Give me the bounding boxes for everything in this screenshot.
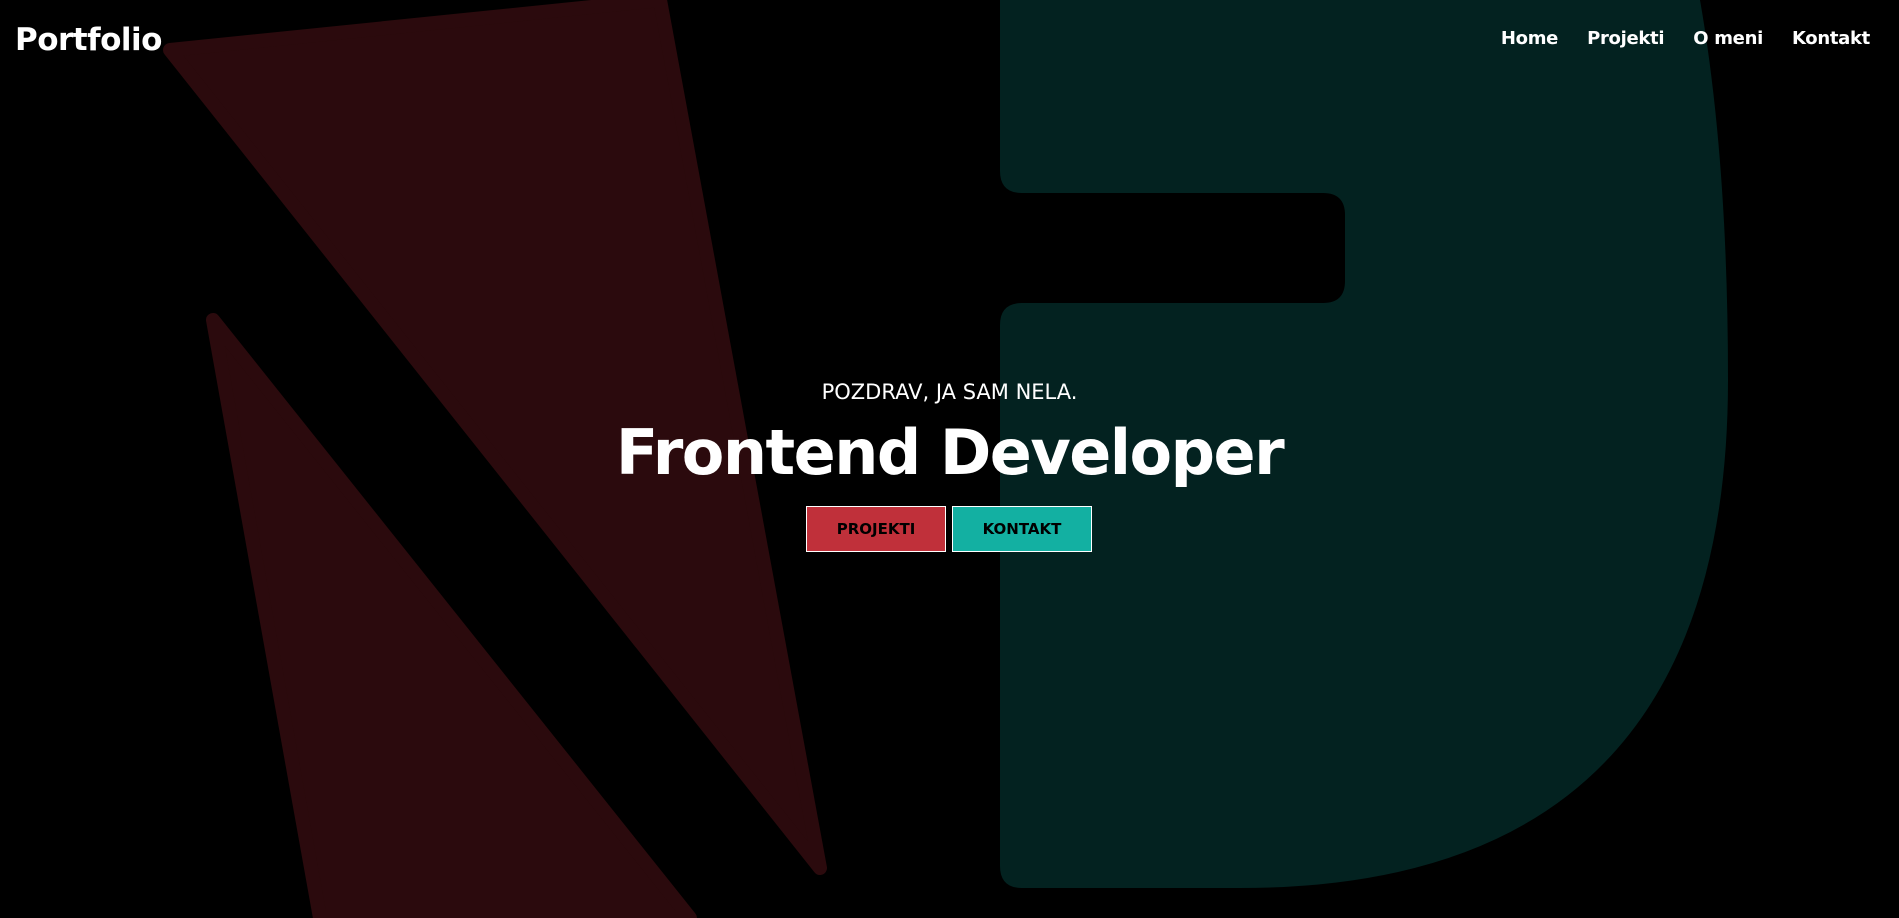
kontakt-button[interactable]: KONTAKT	[952, 506, 1092, 552]
nav-link-o-meni[interactable]: O meni	[1693, 26, 1763, 52]
nav-links: Home Projekti O meni Kontakt	[1501, 26, 1870, 52]
site-logo[interactable]: Portfolio	[15, 18, 162, 62]
hero-section: POZDRAV, JA SAM NELA. Frontend Developer…	[0, 372, 1899, 552]
nav-link-home[interactable]: Home	[1501, 26, 1559, 52]
navbar: Portfolio Home Projekti O meni Kontakt	[0, 0, 1899, 80]
projekti-button[interactable]: PROJEKTI	[806, 506, 946, 552]
nav-link-kontakt[interactable]: Kontakt	[1792, 26, 1870, 52]
hero-title: Frontend Developer	[615, 416, 1285, 489]
hero-buttons: PROJEKTI KONTAKT	[806, 506, 1092, 552]
hero-greeting: POZDRAV, JA SAM NELA.	[821, 380, 1078, 404]
nav-link-projekti[interactable]: Projekti	[1587, 26, 1664, 52]
